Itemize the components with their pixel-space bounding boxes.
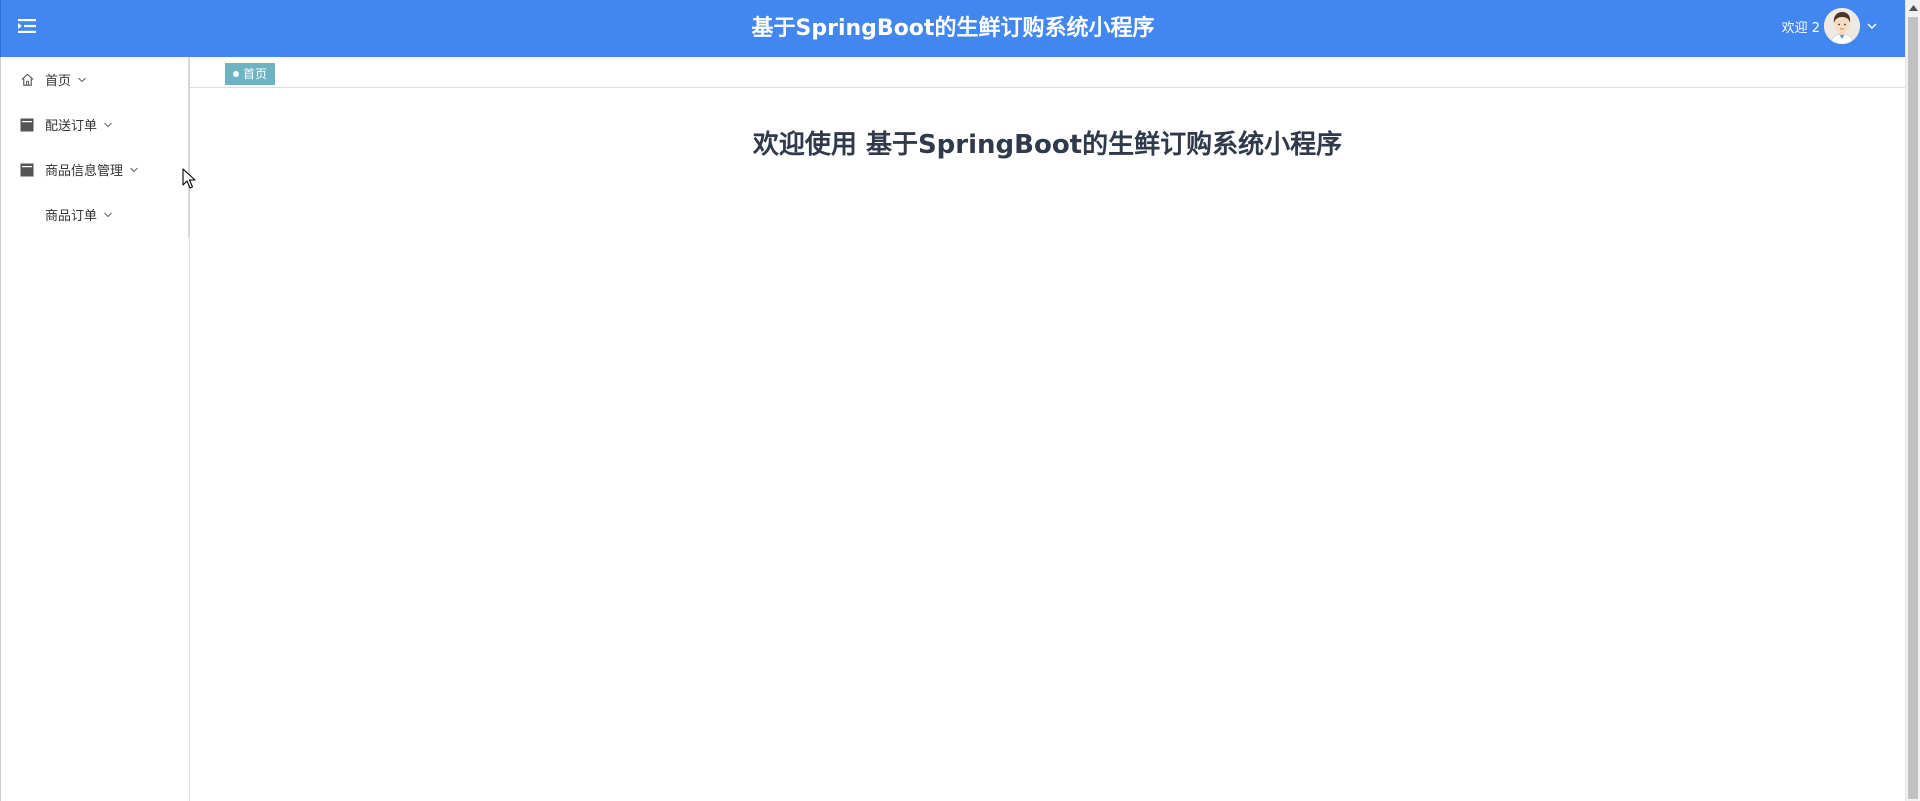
- sidebar-item-delivery-orders[interactable]: 配送订单: [1, 102, 189, 147]
- document-icon: [19, 117, 35, 133]
- welcome-heading: 欢迎使用 基于SpringBoot的生鲜订购系统小程序: [752, 130, 1343, 160]
- sidebar-item-product-orders[interactable]: 商品订单: [1, 192, 189, 237]
- sidebar: 首页 配送订单 商品信息管理 商品订单: [0, 57, 190, 801]
- chevron-down-icon: [77, 75, 87, 85]
- page-scrollbar[interactable]: [1905, 0, 1920, 801]
- chevron-down-icon: [103, 210, 113, 220]
- home-icon: [19, 72, 35, 88]
- chevron-down-icon: [103, 120, 113, 130]
- sidebar-item-label: 商品信息管理: [45, 164, 124, 179]
- sidebar-item-product-management[interactable]: 商品信息管理: [1, 147, 189, 192]
- user-menu[interactable]: 欢迎 2: [1782, 7, 1878, 45]
- chevron-down-icon: [129, 165, 139, 175]
- scroll-thumb[interactable]: [1908, 17, 1918, 799]
- main-content: 欢迎使用 基于SpringBoot的生鲜订购系统小程序: [190, 88, 1905, 801]
- sidebar-item-label: 配送订单: [45, 119, 98, 134]
- top-navbar: 基于SpringBoot的生鲜订购系统小程序 欢迎 2: [0, 0, 1905, 57]
- sidebar-item-home[interactable]: 首页: [1, 57, 189, 102]
- sidebar-item-label: 商品订单: [45, 209, 98, 224]
- chevron-down-icon: [1867, 23, 1877, 29]
- tab-home[interactable]: 首页: [225, 63, 276, 85]
- scroll-up-arrow-icon[interactable]: [1906, 0, 1920, 15]
- active-dot-icon: [233, 71, 239, 77]
- user-avatar[interactable]: [1824, 8, 1860, 44]
- mouse-cursor-icon: [182, 168, 196, 189]
- document-icon: [19, 162, 35, 178]
- app-title: 基于SpringBoot的生鲜订购系统小程序: [751, 16, 1155, 41]
- sidebar-item-label: 首页: [45, 74, 72, 89]
- tab-label: 首页: [243, 67, 268, 81]
- tabs-bar: 首页: [190, 57, 1905, 88]
- welcome-user-text: 欢迎 2: [1781, 20, 1820, 36]
